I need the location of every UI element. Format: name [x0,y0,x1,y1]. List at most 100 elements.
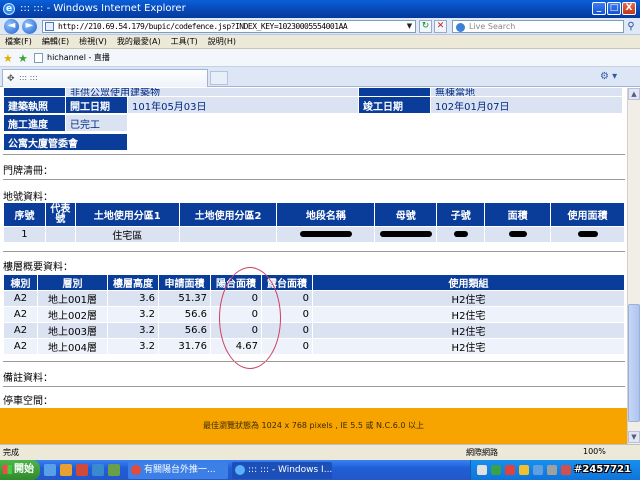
taskbar: 開始 有關陽台外推一... ::: ::: - Windows I... [0,460,640,480]
quicklaunch-firefox-icon[interactable] [60,464,72,476]
add-favorite-icon[interactable]: ★ [18,52,28,65]
back-button[interactable]: ◄ [4,19,19,34]
tray-icon[interactable] [547,465,557,475]
address-bar[interactable]: http://210.69.54.179/bupic/codefence.jsp… [42,20,416,33]
address-dropdown-icon[interactable]: ▼ [405,22,414,31]
address-toolbar: ◄ ► http://210.69.54.179/bupic/codefence… [0,18,640,35]
forward-button[interactable]: ► [22,19,37,34]
divider [3,251,625,252]
land-col-section: 地段名稱 [276,202,376,227]
window-title-bar: e ::: ::: - Windows Internet Explorer _ … [0,0,640,18]
maximize-button[interactable]: □ [607,2,621,15]
quicklaunch-app-icon[interactable] [108,464,120,476]
menu-edit[interactable]: 編輯(E) [42,35,69,49]
ie-icon [235,465,245,475]
tab-bar: ✥ ::: ::: ⚙ ▾ [0,67,640,87]
land-col-rep: 代表號 [44,202,76,227]
start-date-label: 開工日期 [65,96,128,114]
floor-table: 棟別 層別 樓層高度 申請面積 陽台面積 露台面積 使用類組 A2 地上001層… [3,274,625,355]
land-child-redacted [436,226,486,243]
menu-favorites[interactable]: 我的最愛(A) [117,35,161,49]
new-tab-button[interactable] [210,71,228,85]
status-text: 完成 [3,448,19,457]
scroll-up-icon[interactable]: ▲ [628,88,640,100]
divider [3,361,625,362]
tray-icon[interactable] [533,465,543,475]
menu-file[interactable]: 檔案(F) [5,35,32,49]
tab-label: ::: ::: [19,73,38,82]
quicklaunch-ie-icon[interactable] [44,464,56,476]
floor-row: A2 地上003層 3.2 56.6 0 0 H2住宅 [3,322,625,339]
completion-date-label: 竣工日期 [358,96,431,114]
stop-icon[interactable]: ✕ [434,20,447,33]
scroll-down-icon[interactable]: ▼ [628,431,640,443]
land-col-parent: 母號 [374,202,438,227]
license-label: 建築執照 [3,96,66,114]
floor-height: 3.2 [107,338,159,355]
door-section-title: 門牌清冊： [3,166,53,177]
page-footer: 最佳瀏覽狀態為 1024 x 768 pixels , IE 5.5 或 N.C… [0,408,627,444]
progress-label: 施工進度 [3,114,66,132]
floor-height: 3.2 [107,306,159,323]
close-button[interactable]: X [622,2,636,15]
refresh-go-icon[interactable]: ↻ [419,20,432,33]
search-placeholder: Live Search [469,22,516,31]
floor-use: H2住宅 [312,290,625,307]
scroll-thumb[interactable] [628,304,640,422]
tray-icon[interactable] [519,465,529,475]
floor-use: H2住宅 [312,306,625,323]
menu-bar: 檔案(F) 編輯(E) 檢視(V) 我的最愛(A) 工具(T) 說明(H) [0,35,640,49]
floor-height: 3.6 [107,290,159,307]
floor-area: 51.37 [158,290,211,307]
land-zone1: 住宅區 [74,226,180,243]
parking-section-title: 停車空間： [3,396,53,407]
live-search-icon [456,23,465,32]
land-col-area: 面積 [484,202,552,227]
menu-tools[interactable]: 工具(T) [171,35,198,49]
minimize-button[interactable]: _ [592,2,606,15]
quicklaunch-explorer-icon[interactable] [92,464,104,476]
floor-col-floor: 層別 [37,274,108,291]
land-table: 序號 代表號 土地使用分區1 土地使用分區2 地段名稱 母號 子號 面積 使用面… [3,202,625,243]
favorite-link[interactable]: hichannel - 直播 [47,52,110,64]
floor-col-use: 使用類組 [312,274,625,291]
chrome-icon [131,465,141,475]
tools-gear-icon[interactable]: ⚙ ▾ [600,71,617,82]
land-use-area-redacted [550,226,625,243]
start-button[interactable]: 開始 [0,460,40,480]
status-bar: 完成 網際網路 100% [0,444,640,460]
divider [3,179,625,180]
internet-zone: 網際網路 [466,448,498,457]
favorite-page-icon [34,53,43,63]
menu-view[interactable]: 檢視(V) [79,35,107,49]
favorites-bar: ★ ★ hichannel - 直播 [0,49,640,67]
quicklaunch-chrome-icon[interactable] [76,464,88,476]
floor-use: H2住宅 [312,338,625,355]
divider [3,154,625,155]
vertical-scrollbar[interactable]: ▲ ▼ [627,88,640,444]
url-text[interactable]: http://210.69.54.179/bupic/codefence.jsp… [58,21,348,33]
land-col-zone1: 土地使用分區1 [74,202,180,227]
favorites-star-icon[interactable]: ★ [3,52,13,65]
floor-col-height: 樓層高度 [107,274,159,291]
management-label: 公寓大廈管委會 [3,133,128,151]
search-input[interactable]: Live Search [452,20,624,33]
floor-bldg: A2 [3,338,38,355]
floor-name: 地上001層 [37,290,108,307]
tray-icon[interactable] [491,465,501,475]
floor-name: 地上003層 [37,322,108,339]
page-icon [45,22,54,31]
floor-row: A2 地上001層 3.6 51.37 0 0 H2住宅 [3,290,625,307]
tab-current[interactable]: ✥ ::: ::: [2,69,208,87]
tray-icon[interactable] [505,465,515,475]
building-dates-row: 建築執照 開工日期 101年05月03日 竣工日期 102年01月07日 [3,96,623,114]
tray-icon[interactable] [561,465,571,475]
floor-row: A2 地上004層 3.2 31.76 4.67 0 H2住宅 [3,338,625,355]
land-col-no: 序號 [3,202,46,227]
task-button-ie[interactable]: ::: ::: - Windows I... [232,462,332,479]
menu-help[interactable]: 說明(H) [208,35,236,49]
search-icon[interactable]: ⚲ [625,21,637,33]
zoom-level[interactable]: 100% [583,447,606,456]
tray-icon[interactable] [477,465,487,475]
task-button-chrome[interactable]: 有關陽台外推一... [128,462,228,479]
